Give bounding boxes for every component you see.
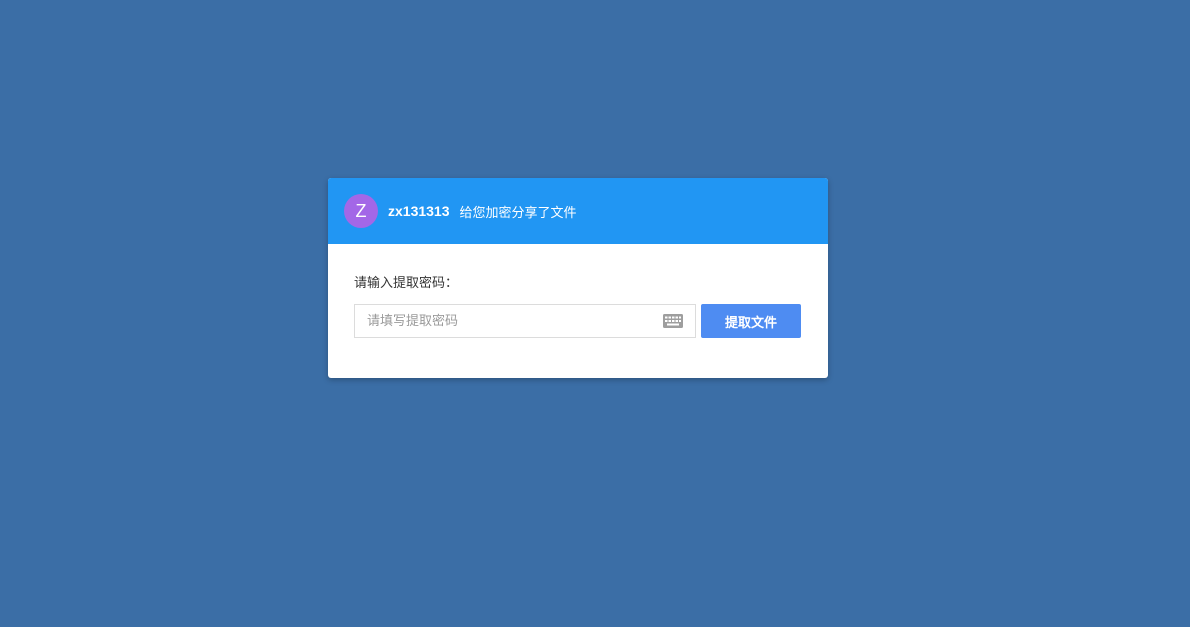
share-dialog: Z zx131313 给您加密分享了文件 请输入提取密码： 请填写提取密码 提取… <box>328 178 828 378</box>
username: zx131313 <box>388 203 450 219</box>
dialog-header: Z zx131313 给您加密分享了文件 <box>328 178 828 244</box>
password-field-wrapper <box>354 304 696 338</box>
avatar: Z <box>344 194 378 228</box>
share-message: 给您加密分享了文件 <box>459 205 577 221</box>
password-input[interactable] <box>355 305 695 337</box>
dialog-body: 请输入提取密码： 提取文件 <box>328 244 828 338</box>
keyboard-icon[interactable] <box>663 314 683 328</box>
password-prompt-label: 请输入提取密码： <box>354 276 459 291</box>
extract-file-button[interactable]: 提取文件 <box>701 304 801 338</box>
password-row: 提取文件 <box>354 304 802 338</box>
